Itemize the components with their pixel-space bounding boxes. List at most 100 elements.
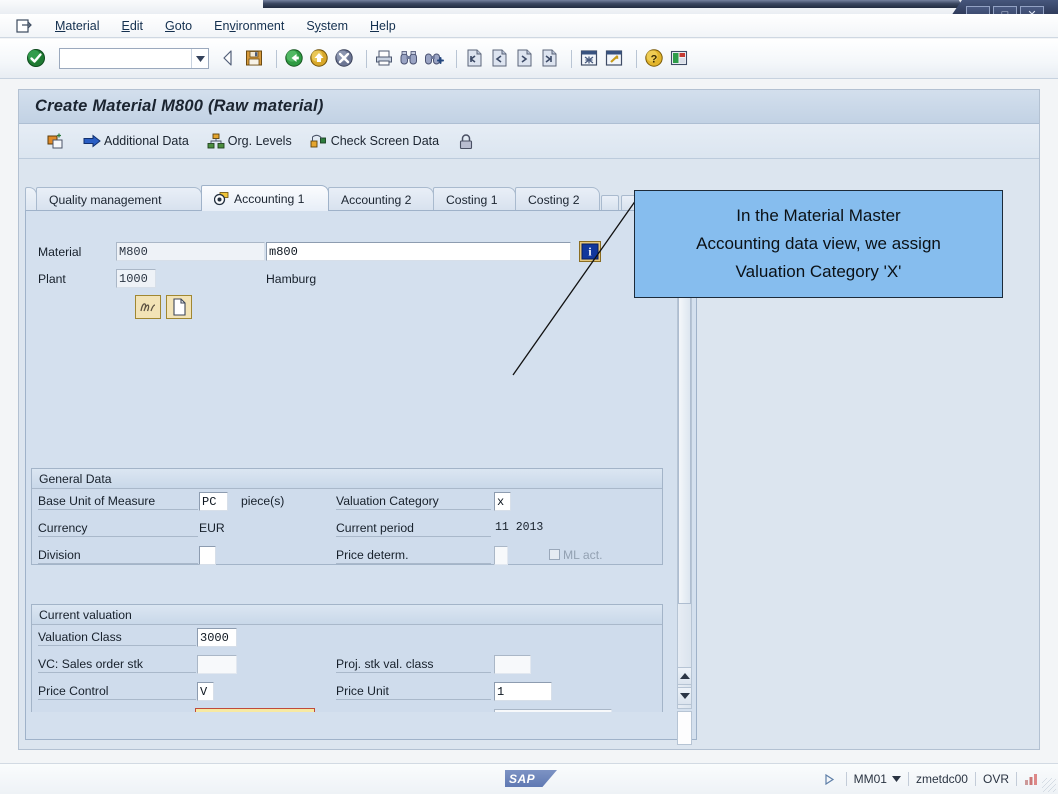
price-determ-field[interactable]: [494, 546, 508, 565]
tab-scroll-first-button[interactable]: [601, 195, 619, 211]
command-input[interactable]: [60, 49, 191, 68]
enter-icon[interactable]: [219, 48, 241, 70]
standard-price-field[interactable]: [494, 709, 612, 712]
valuation-category-field[interactable]: x: [494, 492, 511, 511]
toolbar-separator: [456, 49, 457, 68]
valuation-class-value: 3000: [200, 630, 229, 645]
green-check-icon[interactable]: [26, 48, 48, 70]
callout-line-3: Valuation Category 'X': [735, 262, 902, 281]
toolbar-separator: [571, 49, 572, 68]
last-page-icon[interactable]: [539, 48, 561, 70]
menu-item-goto[interactable]: Goto: [154, 17, 203, 35]
division-field[interactable]: [199, 546, 216, 565]
currency-label: Currency: [38, 521, 198, 537]
menu-item-environment[interactable]: Environment: [203, 17, 295, 35]
scrollbar-track-lower[interactable]: [677, 711, 692, 745]
application-toolbar: Additional Data Org. Levels Check Screen…: [19, 124, 1039, 159]
tab-accounting-2[interactable]: Accounting 2: [328, 187, 434, 211]
create-session-icon[interactable]: [579, 48, 601, 70]
valuation-class-field[interactable]: 3000: [197, 628, 237, 647]
price-unit-field[interactable]: 1: [494, 682, 552, 701]
base-unit-field[interactable]: PC: [199, 492, 228, 511]
current-period-label: Current period: [336, 521, 491, 537]
toolbar-separator: [636, 49, 637, 68]
base-unit-text: piece(s): [241, 494, 285, 508]
status-separator: [845, 772, 847, 786]
additional-data-icon-button[interactable]: [47, 132, 65, 150]
base-unit-label: Base Unit of Measure: [38, 494, 198, 510]
tab-strip: Quality management Accounting 1 Accounti…: [25, 185, 697, 211]
callout-annotation: In the Material Master Accounting data v…: [634, 190, 1003, 298]
price-control-field[interactable]: V: [197, 682, 214, 701]
additional-data-button[interactable]: Additional Data: [83, 133, 189, 149]
exit-icon[interactable]: [309, 48, 331, 70]
system-menu-icon[interactable]: [16, 18, 32, 33]
command-field[interactable]: [59, 48, 209, 69]
standard-price-label: Standard price: [336, 711, 491, 712]
toolbar-separator: [276, 49, 277, 68]
info-icon[interactable]: i: [579, 241, 601, 265]
previous-page-icon[interactable]: [489, 48, 511, 70]
status-bar-right: MM01 zmetdc00 OVR: [825, 772, 1048, 786]
help-icon[interactable]: ?: [644, 48, 666, 70]
menu-item-edit[interactable]: Edit: [110, 17, 154, 35]
standard-toolbar: ?: [0, 39, 1058, 79]
accounting-1-form: Material M800 m800 i Plant 1000 Hamburg: [25, 210, 697, 745]
svg-text:?: ?: [651, 53, 658, 65]
print-icon[interactable]: [374, 48, 396, 70]
price-control-value: V: [200, 684, 208, 699]
long-text-button[interactable]: [135, 295, 161, 322]
transaction-code[interactable]: MM01: [854, 772, 887, 786]
org-levels-icon: [207, 133, 225, 149]
proj-stk-field[interactable]: [494, 655, 531, 674]
material-field[interactable]: M800: [116, 242, 265, 261]
currency-value: EUR: [199, 521, 225, 535]
find-next-icon[interactable]: [424, 48, 446, 70]
menu-item-material[interactable]: Material: [44, 17, 110, 35]
moving-price-field[interactable]: 100: [195, 708, 315, 712]
valuation-category-label: Valuation Category: [336, 494, 491, 510]
save-icon[interactable]: [244, 48, 266, 70]
tab-costing-1[interactable]: Costing 1: [433, 187, 516, 211]
status-separator: [974, 772, 976, 786]
create-shortcut-icon[interactable]: [604, 48, 626, 70]
cancel-icon[interactable]: [334, 48, 356, 70]
find-icon[interactable]: [399, 48, 421, 70]
first-page-icon[interactable]: [464, 48, 486, 70]
menu-item-system[interactable]: System: [295, 17, 359, 35]
chevron-down-icon[interactable]: [191, 49, 208, 68]
insert-mode[interactable]: OVR: [983, 772, 1009, 786]
arrow-right-icon: [83, 134, 101, 148]
plant-field[interactable]: 1000: [116, 269, 156, 288]
org-levels-label: Org. Levels: [227, 134, 292, 148]
menu-item-help[interactable]: Help: [359, 17, 407, 35]
tab-costing-2[interactable]: Costing 2: [515, 187, 600, 211]
scroll-up-button[interactable]: [677, 667, 692, 685]
resize-grip-icon[interactable]: [1042, 778, 1056, 792]
signal-icon: [1024, 773, 1038, 785]
vc-sales-order-field[interactable]: [197, 655, 237, 674]
customize-layout-icon[interactable]: [669, 48, 691, 70]
new-page-button[interactable]: [166, 295, 192, 322]
check-screen-data-icon: [310, 134, 326, 148]
price-unit-value: 1: [497, 684, 505, 699]
next-page-icon[interactable]: [514, 48, 536, 70]
scroll-down-button[interactable]: [677, 687, 692, 705]
tab-quality-management[interactable]: Quality management: [36, 187, 202, 211]
ml-act-checkbox-box: [549, 549, 560, 560]
org-levels-button[interactable]: Org. Levels: [207, 133, 292, 149]
price-determ-label: Price determ.: [336, 548, 491, 564]
tab-costing-1-label: Costing 1: [446, 192, 498, 207]
tab-accounting-1[interactable]: Accounting 1: [201, 185, 329, 211]
triangle-right-icon[interactable]: [825, 773, 835, 785]
lock-button[interactable]: [457, 133, 475, 150]
caret-down-icon[interactable]: [891, 776, 901, 782]
toolbar-separator: [366, 49, 367, 68]
check-screen-data-button[interactable]: Check Screen Data: [310, 133, 439, 149]
tab-costing-2-label: Costing 2: [528, 192, 580, 207]
material-description-field[interactable]: m800: [266, 242, 571, 261]
ml-act-checkbox[interactable]: ML act.: [549, 548, 603, 562]
check-screen-data-label: Check Screen Data: [330, 134, 440, 148]
sap-logo: SAP: [505, 770, 557, 787]
back-icon[interactable]: [284, 48, 306, 70]
